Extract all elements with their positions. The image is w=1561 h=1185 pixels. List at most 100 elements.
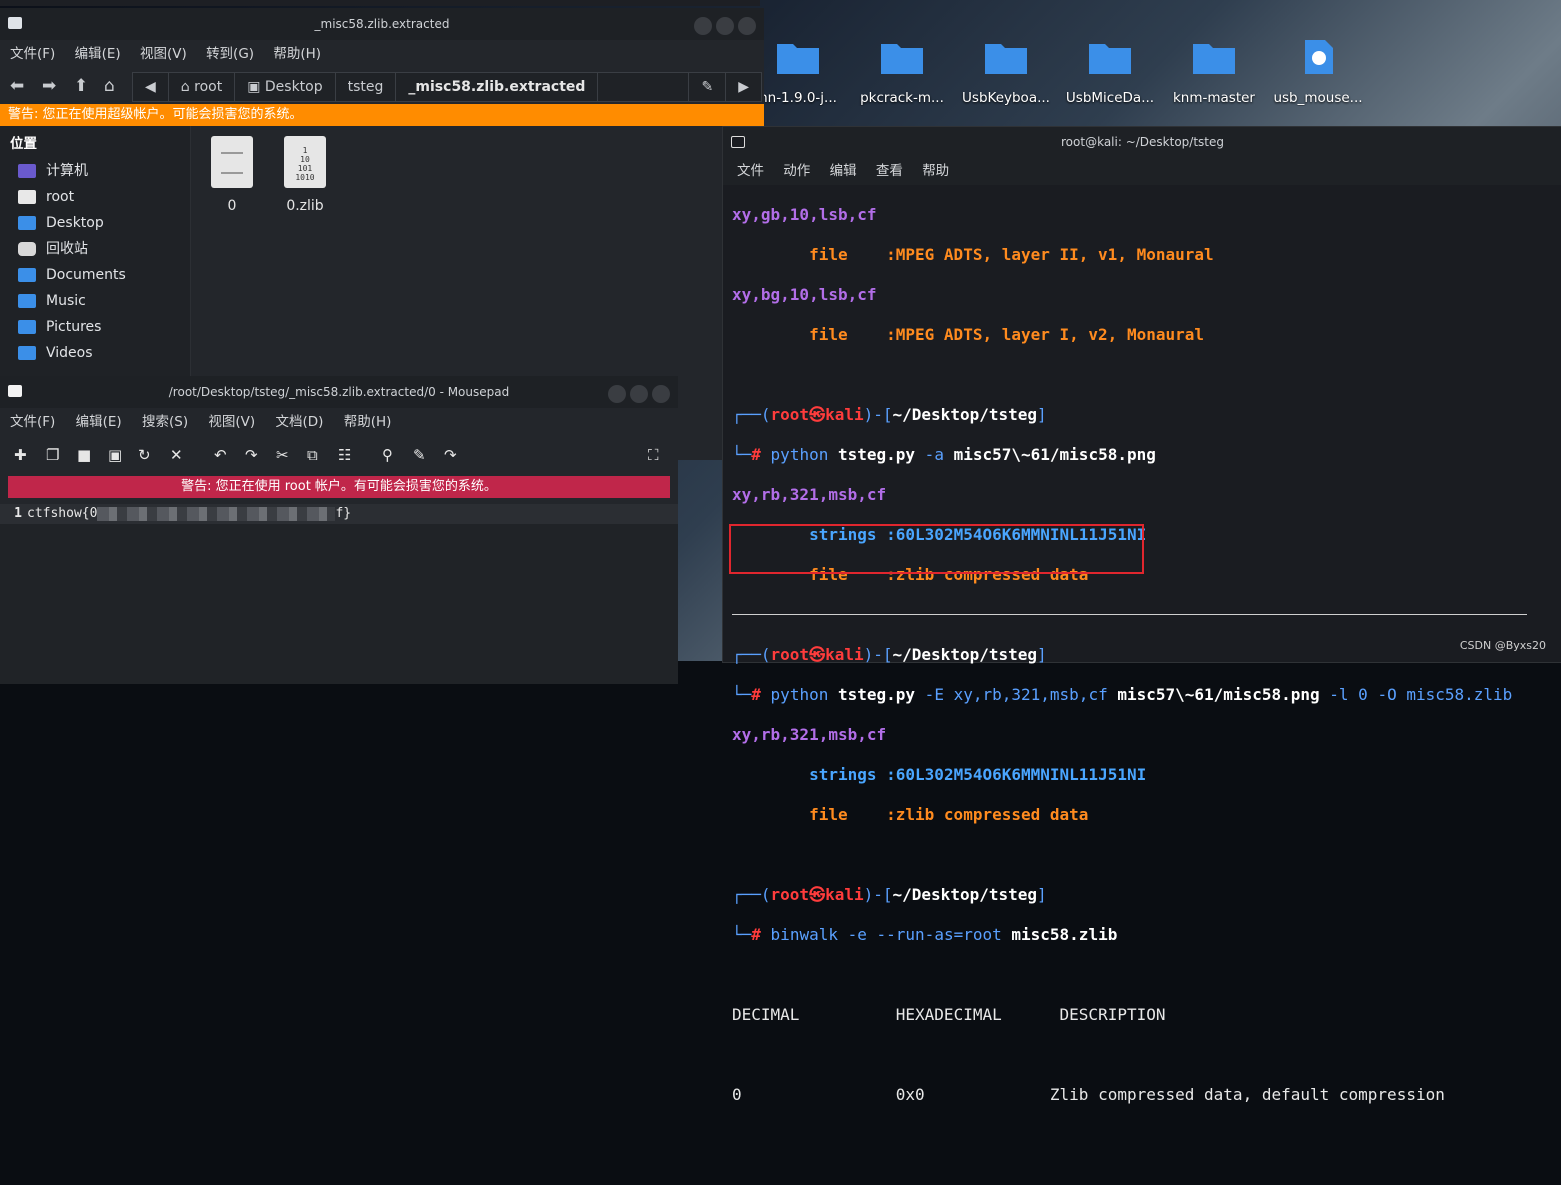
menu-view[interactable]: 视图(V) <box>140 46 187 62</box>
breadcrumb-root[interactable]: ⌂ root <box>169 73 236 101</box>
fullscreen-icon[interactable]: ⛶ <box>648 446 659 464</box>
sidebar-item-computer[interactable]: 计算机 <box>0 158 190 184</box>
breadcrumb: ◀ ⌂ root ▣ Desktop tsteg _misc58.zlib.ex… <box>132 72 762 102</box>
text-file-icon <box>211 136 253 188</box>
close-document-icon[interactable]: ✕ <box>170 446 183 464</box>
documents-folder-icon <box>18 268 36 282</box>
close-button[interactable] <box>738 17 756 35</box>
paste-icon[interactable]: ☷ <box>338 446 351 464</box>
breadcrumb-current[interactable]: _misc58.zlib.extracted <box>396 73 599 101</box>
result-key: file <box>809 245 848 264</box>
binwalk-divider <box>732 614 1527 615</box>
sidebar-item-label: 计算机 <box>46 163 88 179</box>
breadcrumb-scroll-right-icon[interactable]: ▶ <box>726 73 761 101</box>
output-line: strings :60L302M54O6K6MMNINL11J51NI <box>732 765 1561 785</box>
sidebar-item-videos[interactable]: Videos <box>0 340 190 366</box>
menu-search[interactable]: 搜索(S) <box>142 414 188 430</box>
terminal-app-icon <box>731 136 745 148</box>
maximize-button[interactable] <box>716 17 734 35</box>
sidebar-item-root[interactable]: root <box>0 184 190 210</box>
toolbar: ✚ ❐ ■ ▣ ↻ ✕ ↶ ↷ ✂ ⧉ ☷ ⚲ ✎ ↷ ⛶ <box>0 436 678 472</box>
menu-help[interactable]: 帮助(H) <box>273 46 321 62</box>
search-icon[interactable]: ⚲ <box>382 446 393 464</box>
menu-view[interactable]: 视图(V) <box>208 414 255 430</box>
desktop-icon-label: pkcrack-m... <box>860 90 944 106</box>
menu-edit[interactable]: 编辑 <box>830 163 857 179</box>
save-as-icon[interactable]: ▣ <box>108 446 122 464</box>
output-line: file :MPEG ADTS, layer I, v2, Monaural <box>732 325 1561 345</box>
terminal-titlebar[interactable]: root@kali: ~/Desktop/tsteg <box>723 127 1561 157</box>
desktop-icon[interactable]: pkcrack-m... <box>850 36 954 106</box>
text-editor[interactable]: 1 ctfshow{0 f} <box>0 504 678 684</box>
sidebar-item-desktop[interactable]: Desktop <box>0 210 190 236</box>
file-item[interactable]: 1 10 101 1010 0.zlib <box>265 136 345 214</box>
sidebar-heading: 位置 <box>10 136 37 152</box>
menu-edit[interactable]: 编辑(E) <box>76 414 122 430</box>
menu-document[interactable]: 文档(D) <box>275 414 323 430</box>
maximize-button[interactable] <box>630 385 648 403</box>
breadcrumb-scroll-left-icon[interactable]: ◀ <box>133 73 169 101</box>
desktop-icon[interactable]: knm-master <box>1162 36 1266 106</box>
folder-icon <box>1193 44 1235 74</box>
menu-go[interactable]: 转到(G) <box>206 46 254 62</box>
output-line: xy,rb,321,msb,cf <box>732 485 1561 505</box>
menu-edit[interactable]: 编辑(E) <box>75 46 121 62</box>
copy-icon[interactable]: ⧉ <box>307 446 318 464</box>
terminal-output[interactable]: xy,gb,10,lsb,cf file :MPEG ADTS, layer I… <box>723 185 1561 1185</box>
file-item[interactable]: 0 <box>192 136 272 214</box>
output-line: xy,gb,10,lsb,cf <box>732 205 1561 225</box>
redo-icon[interactable]: ↷ <box>245 446 258 464</box>
flag-text-start: ctfshow{0 <box>27 506 98 521</box>
breadcrumb-tsteg[interactable]: tsteg <box>336 73 397 101</box>
menu-view[interactable]: 查看 <box>876 163 903 179</box>
prompt-path: ~/Desktop/tsteg <box>892 885 1038 904</box>
desktop-icon[interactable]: UsbMiceDa... <box>1058 36 1162 106</box>
new-file-icon[interactable]: ✚ <box>14 446 27 464</box>
sidebar-item-trash[interactable]: 回收站 <box>0 236 190 262</box>
menu-file[interactable]: 文件(F) <box>10 46 55 62</box>
minimize-button[interactable] <box>608 385 626 403</box>
window-title: /root/Desktop/tsteg/_misc58.zlib.extract… <box>168 385 510 399</box>
command-text: -e --run-as=root <box>837 925 1012 944</box>
forward-arrow-icon[interactable]: ➡ <box>42 76 56 96</box>
sidebar-item-pictures[interactable]: Pictures <box>0 314 190 340</box>
new-window-icon[interactable]: ❐ <box>46 446 59 464</box>
home-folder-icon <box>18 190 36 204</box>
menu-help[interactable]: 帮助(H) <box>344 414 392 430</box>
home-icon[interactable]: ⌂ <box>104 76 115 96</box>
output-line: xy,rb,321,msb,cf <box>732 725 1561 745</box>
result-value: :MPEG ADTS, layer I, v2, Monaural <box>886 325 1205 344</box>
reload-icon[interactable]: ↻ <box>138 446 151 464</box>
command-text: -E xy,rb,321,msb,cf <box>915 685 1118 704</box>
up-arrow-icon[interactable]: ⬆ <box>74 76 88 96</box>
breadcrumb-desktop[interactable]: ▣ Desktop <box>235 73 336 101</box>
command-text: python <box>770 445 838 464</box>
minimize-button[interactable] <box>694 17 712 35</box>
folder-app-icon <box>8 17 22 29</box>
table-cell: 0x0 <box>895 1085 925 1104</box>
back-arrow-icon[interactable]: ⬅ <box>10 76 24 96</box>
menu-help[interactable]: 帮助 <box>922 163 949 179</box>
menu-actions[interactable]: 动作 <box>783 163 810 179</box>
output-line: xy,bg,10,lsb,cf <box>732 285 1561 305</box>
terminal-window: root@kali: ~/Desktop/tsteg 文件 动作 编辑 查看 帮… <box>722 126 1561 1104</box>
cut-icon[interactable]: ✂ <box>276 446 289 464</box>
find-replace-icon[interactable]: ✎ <box>413 446 426 464</box>
pencil-icon[interactable]: ✎ <box>688 73 727 101</box>
go-to-line-icon[interactable]: ↷ <box>444 446 457 464</box>
mousepad-titlebar[interactable]: /root/Desktop/tsteg/_misc58.zlib.extract… <box>0 376 678 408</box>
sidebar-item-music[interactable]: Music <box>0 288 190 314</box>
menu-file[interactable]: 文件 <box>737 163 764 179</box>
desktop-icon[interactable]: usb_mouse... <box>1266 36 1370 106</box>
editor-line: 1 ctfshow{0 f} <box>0 504 678 524</box>
undo-icon[interactable]: ↶ <box>214 446 227 464</box>
file-manager-titlebar[interactable]: _misc58.zlib.extracted <box>0 8 764 40</box>
close-button[interactable] <box>652 385 670 403</box>
save-icon[interactable]: ■ <box>77 446 91 464</box>
mousepad-app-icon <box>8 385 22 397</box>
desktop-icon[interactable]: UsbKeyboa... <box>954 36 1058 106</box>
menu-file[interactable]: 文件(F) <box>10 414 55 430</box>
window-controls <box>604 383 670 415</box>
menu-bar: 文件(F) 编辑(E) 视图(V) 转到(G) 帮助(H) <box>0 40 764 68</box>
sidebar-item-documents[interactable]: Documents <box>0 262 190 288</box>
